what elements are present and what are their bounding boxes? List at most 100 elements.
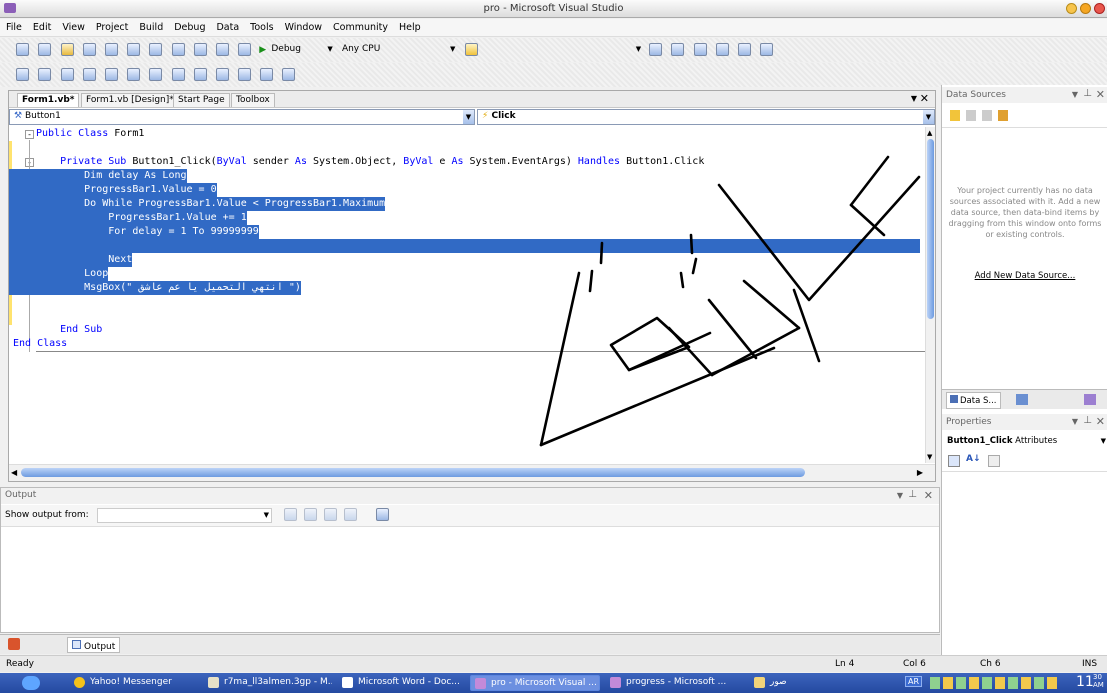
find-in-output-icon[interactable] <box>284 508 297 521</box>
close-icon[interactable] <box>1094 3 1105 14</box>
open-file-icon[interactable] <box>60 43 74 56</box>
taskbar-item[interactable]: r7ma_ll3almen.3gp - M... <box>204 675 332 691</box>
tab-start-page[interactable]: Start Page <box>173 93 230 107</box>
add-data-source-icon[interactable] <box>950 110 960 121</box>
pin-icon[interactable]: ⊥ <box>908 489 917 500</box>
command-window-icon[interactable] <box>760 43 774 56</box>
menu-build[interactable]: Build <box>133 19 168 33</box>
clear-all-icon[interactable] <box>344 508 357 521</box>
add-new-data-source-link[interactable]: Add New Data Source... <box>948 271 1102 281</box>
goto-next-icon[interactable] <box>324 508 337 521</box>
next-bookmark-icon[interactable] <box>238 68 252 81</box>
tab-form1-design[interactable]: Form1.vb [Design]* <box>81 93 179 107</box>
menu-edit[interactable]: Edit <box>27 19 56 33</box>
taskbar-item[interactable]: صور <box>750 675 840 691</box>
paste-icon[interactable] <box>171 43 185 56</box>
outdent-icon[interactable] <box>104 68 118 81</box>
word-wrap-icon[interactable] <box>376 508 389 521</box>
menu-view[interactable]: View <box>56 19 90 33</box>
pin-icon[interactable]: ⊥ <box>1083 88 1092 99</box>
cut-icon[interactable] <box>127 43 141 56</box>
save-icon[interactable] <box>82 43 96 56</box>
configure-icon[interactable] <box>982 110 992 121</box>
menu-window[interactable]: Window <box>279 19 327 33</box>
scroll-right-icon[interactable]: ▶ <box>917 468 923 477</box>
navigate-icon[interactable] <box>238 43 252 56</box>
scroll-left-icon[interactable]: ◀ <box>11 468 17 477</box>
code-editor[interactable]: - - Public Class Form1 Private Sub Butto… <box>9 127 925 463</box>
pin-icon[interactable]: ⊥ <box>1083 415 1092 426</box>
properties-icon[interactable] <box>671 43 685 56</box>
menu-file[interactable]: File <box>0 19 27 33</box>
play-icon[interactable]: ▶ <box>259 45 266 55</box>
close-icon[interactable]: ✕ <box>1096 415 1105 428</box>
config-select[interactable]: Debug <box>271 44 325 54</box>
solution-explorer-icon[interactable] <box>649 43 663 56</box>
menu-community[interactable]: Community <box>327 19 393 33</box>
quick-info-icon[interactable] <box>16 68 30 81</box>
comment-icon[interactable] <box>149 68 163 81</box>
property-pages-icon[interactable] <box>988 455 1000 467</box>
close-icon[interactable]: ✕ <box>924 489 933 502</box>
tab-data-sources[interactable]: Data S... <box>946 392 1001 409</box>
parameter-info-icon[interactable] <box>38 68 52 81</box>
maximize-icon[interactable] <box>1080 3 1091 14</box>
bookmark-icon[interactable] <box>193 68 207 81</box>
menu-project[interactable]: Project <box>90 19 134 33</box>
solution-explorer-tab-icon[interactable] <box>1016 394 1028 405</box>
indent-icon[interactable] <box>127 68 141 81</box>
object-browser-icon[interactable] <box>693 43 707 56</box>
redo-icon[interactable] <box>215 43 229 56</box>
chevron-down-icon[interactable]: ▼ <box>636 45 641 53</box>
tab-form1-code[interactable]: Form1.vb* <box>17 93 80 107</box>
tab-toolbox[interactable]: Toolbox <box>231 93 275 107</box>
undo-icon[interactable] <box>193 43 207 56</box>
uncomment-icon[interactable] <box>171 68 185 81</box>
taskbar-item-active[interactable]: pro - Microsoft Visual ... <box>470 675 600 691</box>
copy-icon[interactable] <box>149 43 163 56</box>
prev-bookmark-icon[interactable] <box>215 68 229 81</box>
object-combo[interactable]: ⚒ Button1 ▼ <box>9 109 475 125</box>
event-combo[interactable]: ⚡ Click ▼ <box>477 109 935 125</box>
tab-output[interactable]: Output <box>67 637 121 653</box>
output-source-select[interactable]: ▼ <box>97 508 272 523</box>
clear-bookmarks-icon[interactable] <box>260 68 274 81</box>
chevron-down-icon[interactable]: ▼ <box>897 491 903 500</box>
properties-object-select[interactable]: Button1_Click Attributes ▼ <box>944 434 1106 450</box>
taskbar-item[interactable]: Yahoo! Messenger <box>70 675 200 691</box>
edit-dataset-icon[interactable] <box>966 110 976 121</box>
chevron-down-icon[interactable]: ▼ <box>1072 417 1078 426</box>
find-icon[interactable] <box>464 43 478 56</box>
class-view-tab-icon[interactable] <box>1084 394 1096 405</box>
scroll-thumb[interactable] <box>21 468 805 477</box>
language-indicator[interactable]: AR <box>905 676 923 687</box>
taskbar-item[interactable]: progress - Microsoft ... <box>606 675 748 691</box>
word-complete-icon[interactable] <box>60 68 74 81</box>
save-all-icon[interactable] <box>104 43 118 56</box>
refresh-icon[interactable] <box>998 110 1008 121</box>
vertical-scrollbar[interactable]: ▲ ▼ <box>925 127 935 463</box>
alphabetical-icon[interactable]: A↓ <box>966 454 981 464</box>
minimize-icon[interactable] <box>1066 3 1077 14</box>
scroll-down-icon[interactable]: ▼ <box>927 453 932 461</box>
menu-tools[interactable]: Tools <box>244 19 278 33</box>
chevron-down-icon[interactable]: ▼ <box>1072 90 1078 99</box>
taskbar-item[interactable]: Microsoft Word - Doc... <box>338 675 466 691</box>
bookmark-folder-icon[interactable] <box>282 68 296 81</box>
categorized-icon[interactable] <box>948 455 960 467</box>
menu-help[interactable]: Help <box>393 19 426 33</box>
menu-debug[interactable]: Debug <box>168 19 210 33</box>
close-icon[interactable]: ✕ <box>920 92 929 105</box>
scroll-thumb[interactable] <box>927 139 934 319</box>
horizontal-scrollbar[interactable]: ◀ ▶ <box>9 464 935 481</box>
toolbox-icon[interactable] <box>715 43 729 56</box>
close-icon[interactable]: ✕ <box>1096 88 1105 101</box>
start-logo-icon[interactable] <box>22 676 40 690</box>
chevron-down-icon[interactable]: ▼ <box>911 94 917 103</box>
menu-data[interactable]: Data <box>210 19 244 33</box>
add-item-icon[interactable] <box>38 43 52 56</box>
new-project-icon[interactable] <box>16 43 30 56</box>
error-list-icon[interactable] <box>8 638 20 650</box>
start-page-icon[interactable] <box>738 43 752 56</box>
chevron-down-icon[interactable]: ▼ <box>327 45 332 53</box>
